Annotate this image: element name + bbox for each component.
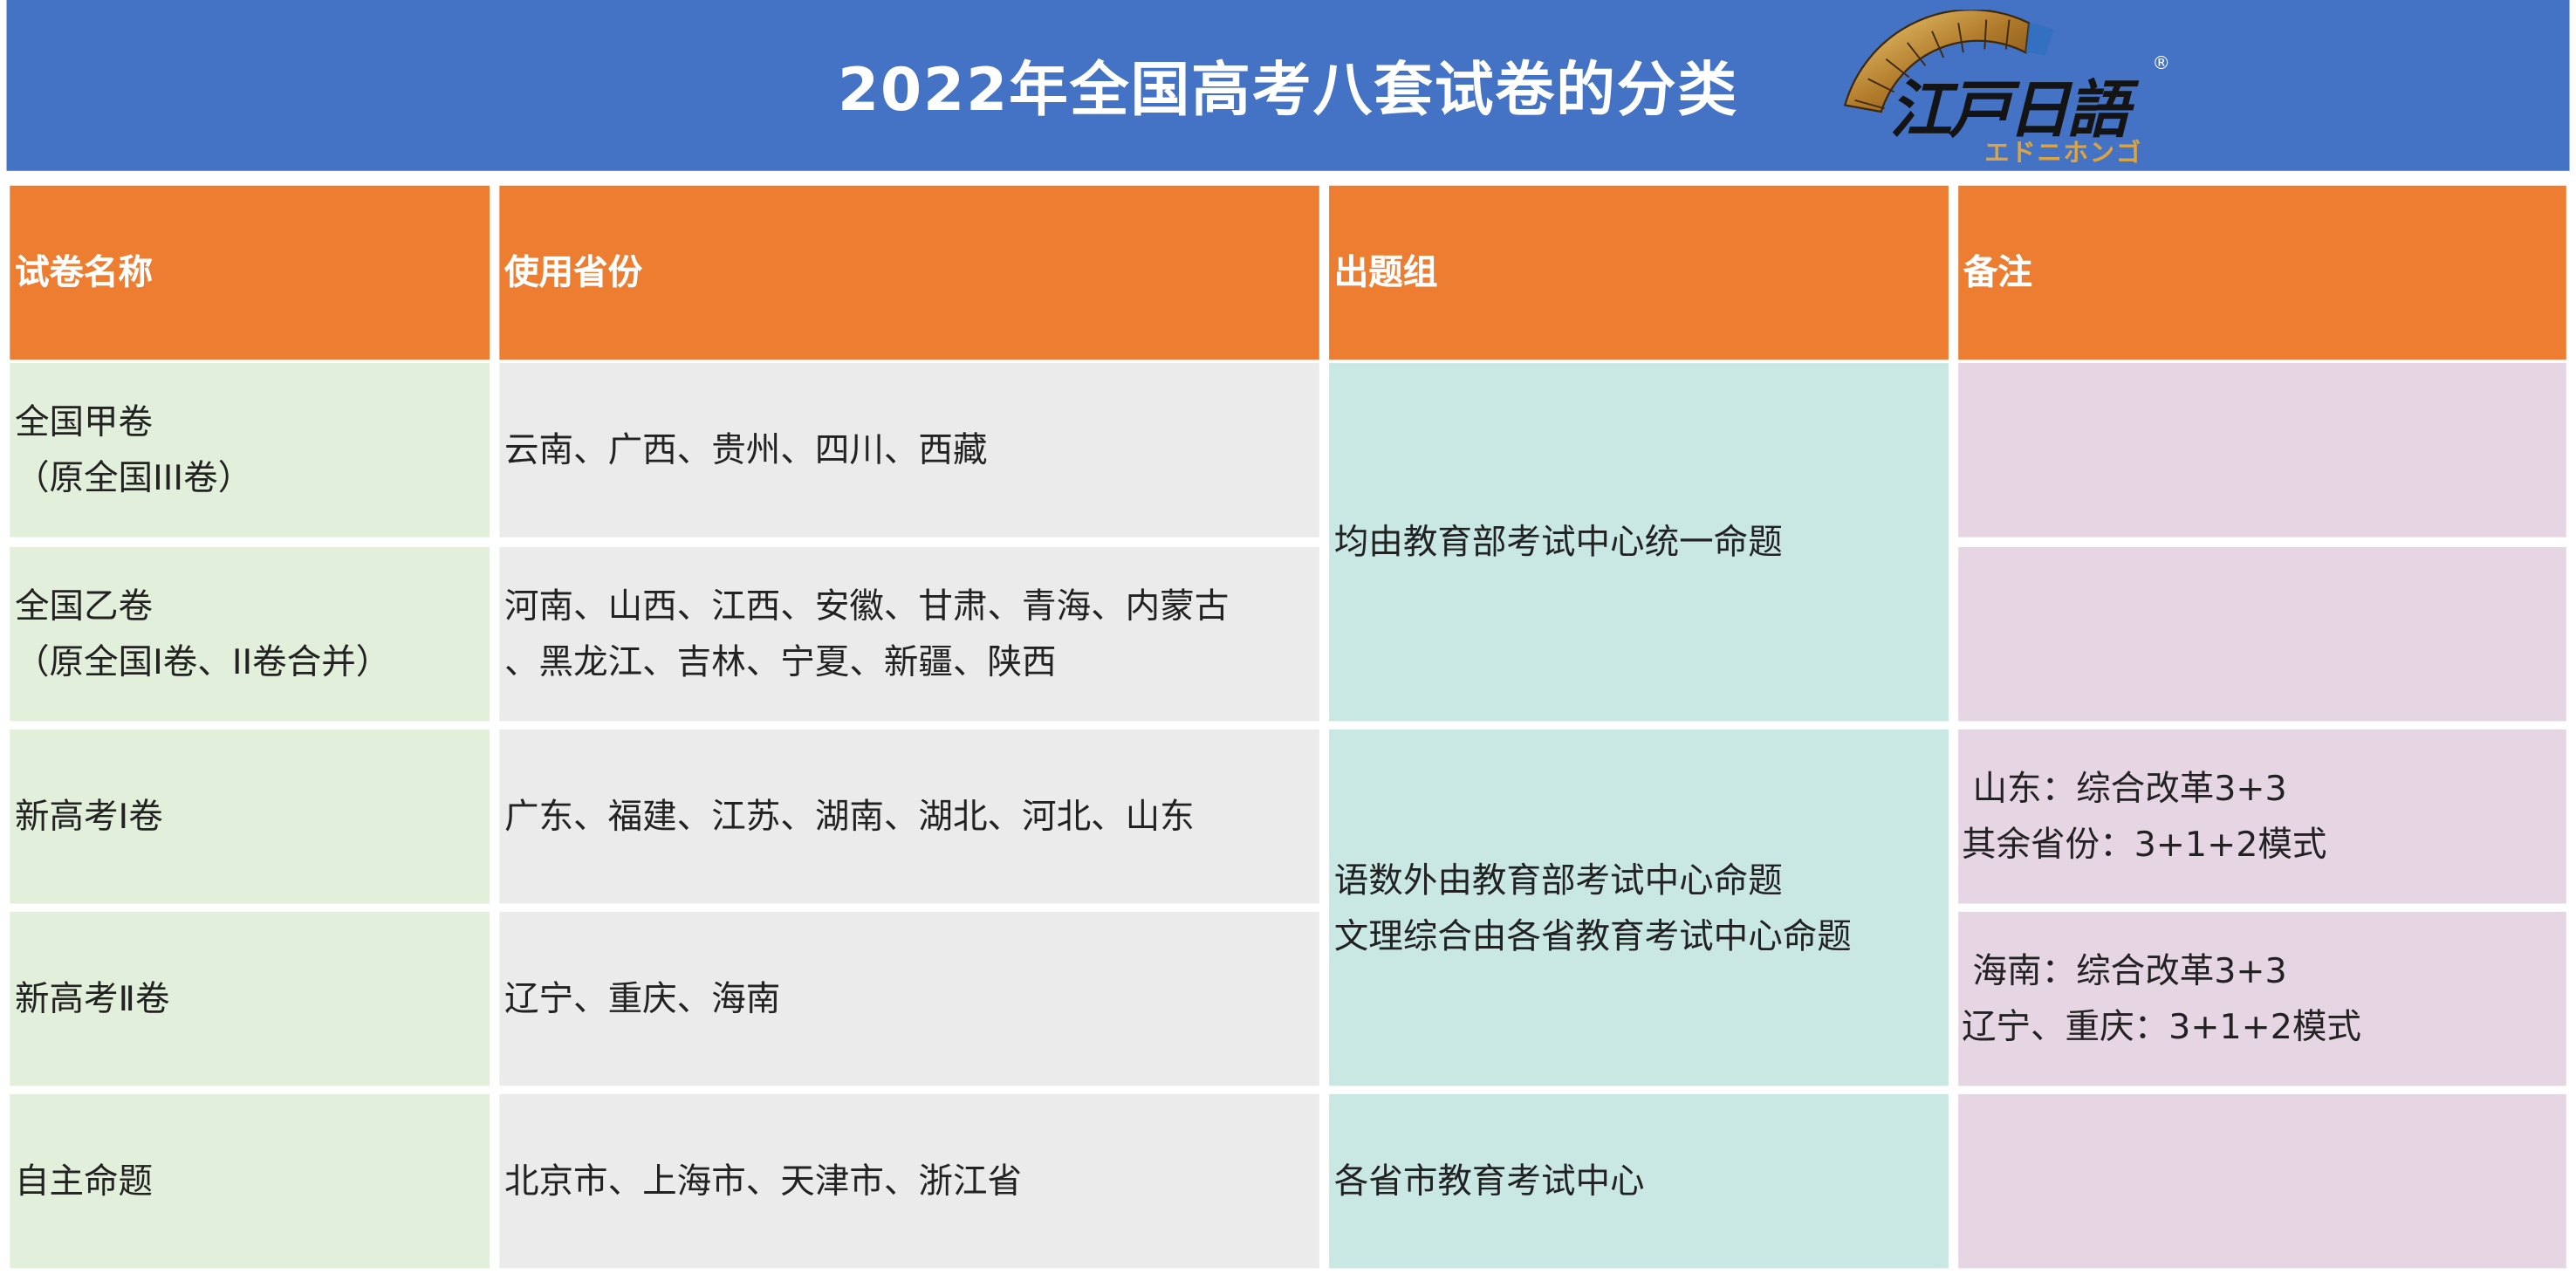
provinces-exam-yi-line: 、黑龙江、吉林、宁夏、新疆、陕西	[504, 642, 1057, 682]
provinces-new-gaokao-1-line: 广东、福建、江苏、湖南、湖北、河北、山东	[504, 797, 1195, 837]
setter-mixed-line: 文理综合由各省教育考试中心命题	[1333, 915, 1852, 956]
provinces-independent: 北京市、上海市、天津市、浙江省	[499, 1093, 1319, 1269]
header-remark: 备注	[1958, 185, 2566, 360]
provinces-exam-jia-line: 云南、广西、贵州、四川、西藏	[504, 430, 988, 470]
remark-new-gaokao-2: 海南：综合改革3+3 辽宁、重庆：3+1+2模式	[1958, 911, 2566, 1086]
paper-name-exam-jia-line: 全国甲卷	[14, 402, 154, 442]
paper-name-exam-jia-line: （原全国III卷）	[14, 458, 253, 498]
registered-mark: ®	[2152, 52, 2171, 74]
remark-new-gaokao-1-line: 其余省份：3+1+2模式	[1961, 825, 2327, 865]
paper-name-independent-line: 自主命题	[14, 1161, 154, 1202]
paper-name-exam-yi: 全国乙卷 （原全国I卷、II卷合并）	[10, 546, 490, 722]
remark-exam-yi	[1958, 546, 2566, 722]
provinces-exam-yi-line: 河南、山西、江西、安徽、甘肃、青海、内蒙古	[504, 586, 1230, 627]
provinces-new-gaokao-1: 广东、福建、江苏、湖南、湖北、河北、山东	[499, 729, 1319, 904]
remark-new-gaokao-1: 山东：综合改革3+3 其余省份：3+1+2模式	[1958, 729, 2566, 904]
setter-provincial: 各省市教育考试中心	[1329, 1093, 1949, 1269]
remark-exam-jia	[1958, 363, 2566, 538]
setter-national-unified-line: 均由教育部考试中心统一命题	[1333, 522, 1783, 562]
setter-national-unified: 均由教育部考试中心统一命题	[1329, 363, 1949, 722]
setter-mixed: 语数外由教育部考试中心命题文理综合由各省教育考试中心命题	[1329, 729, 1949, 1086]
paper-name-independent: 自主命题	[10, 1093, 490, 1269]
paper-name-new-gaokao-2-line: 新高考Ⅱ卷	[14, 979, 170, 1019]
paper-name-exam-jia: 全国甲卷 （原全国III卷）	[10, 363, 490, 538]
paper-name-new-gaokao-2: 新高考Ⅱ卷	[10, 911, 490, 1086]
paper-name-exam-yi-line: 全国乙卷	[14, 586, 154, 627]
paper-name-new-gaokao-1-line: 新高考Ⅰ卷	[14, 797, 163, 837]
header-setter: 出题组	[1329, 185, 1949, 360]
setter-mixed-line: 语数外由教育部考试中心命题	[1333, 860, 1783, 900]
page: 2022年全国高考八套试卷的分类 江戸日語 ® エドニホンゴ 试卷名称 使用省份出…	[0, 0, 2576, 1274]
provinces-exam-jia: 云南、广西、贵州、四川、西藏	[499, 363, 1319, 538]
header-provinces: 使用省份	[499, 185, 1319, 360]
remark-new-gaokao-2-line: 海南：综合改革3+3	[1961, 951, 2287, 991]
remark-independent	[1958, 1093, 2566, 1269]
header-paper-name: 试卷名称	[10, 185, 490, 360]
provinces-exam-yi: 河南、山西、江西、安徽、甘肃、青海、内蒙古 、黑龙江、吉林、宁夏、新疆、陕西	[499, 546, 1319, 722]
page-title: 2022年全国高考八套试卷的分类	[837, 57, 1739, 126]
provinces-independent-line: 北京市、上海市、天津市、浙江省	[504, 1161, 1023, 1202]
provinces-new-gaokao-2: 辽宁、重庆、海南	[499, 911, 1319, 1086]
remark-new-gaokao-1-line: 山东：综合改革3+3	[1961, 769, 2287, 809]
remark-new-gaokao-2-line: 辽宁、重庆：3+1+2模式	[1961, 1007, 2361, 1047]
logo-subtitle: エドニホンゴ	[1984, 138, 2143, 168]
provinces-new-gaokao-2-line: 辽宁、重庆、海南	[504, 979, 781, 1019]
paper-name-exam-yi-line: （原全国I卷、II卷合并）	[14, 642, 391, 682]
setter-provincial-line: 各省市教育考试中心	[1333, 1161, 1645, 1202]
paper-name-new-gaokao-1: 新高考Ⅰ卷	[10, 729, 490, 904]
